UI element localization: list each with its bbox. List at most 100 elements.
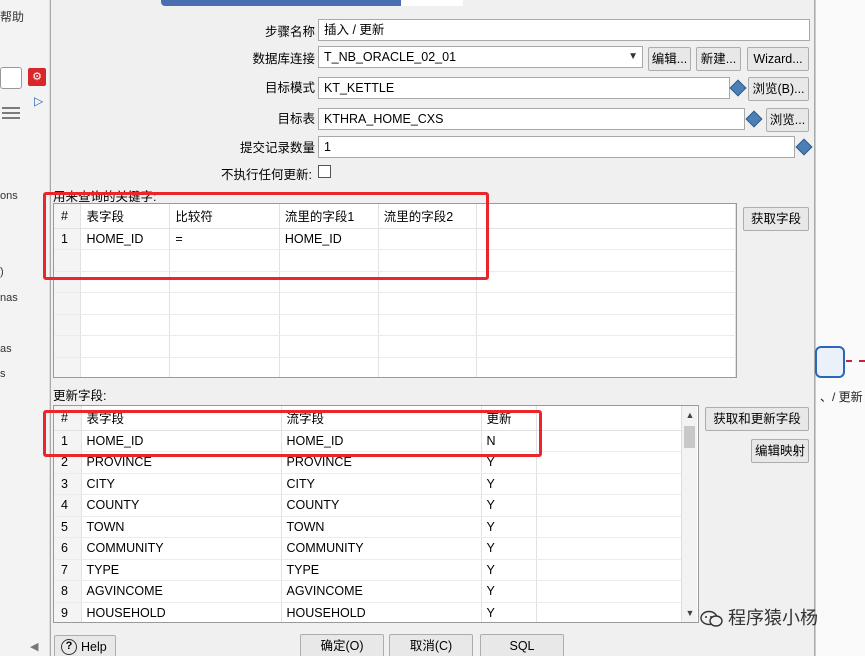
browse-table-button[interactable]: 浏览... (766, 108, 809, 132)
update-table-scrollbar[interactable]: ▲ ▼ (681, 406, 697, 622)
scroll-left-icon[interactable]: ◀ (30, 640, 38, 653)
target-schema-label: 目标模式 (264, 81, 315, 95)
table-row[interactable]: 8 AGVINCOME AGVINCOME Y (54, 580, 684, 603)
insert-update-step-node[interactable] (815, 346, 845, 378)
table-row[interactable]: 6 COMMUNITY COMMUNITY Y (54, 537, 684, 560)
new-connection-button[interactable]: 新建... (696, 47, 741, 71)
table-cell (536, 451, 684, 474)
table-row[interactable]: 4 COUNTY COUNTY Y (54, 494, 684, 517)
background-text: ) (0, 266, 4, 278)
table-cell[interactable]: Y (481, 602, 537, 622)
table-cell[interactable]: HOUSEHOLD (81, 602, 282, 622)
target-schema-input[interactable]: KT_KETTLE (318, 77, 730, 99)
table-cell[interactable]: COMMUNITY (281, 537, 482, 560)
transformation-icon[interactable]: ⚙ (28, 68, 46, 86)
menu-help[interactable]: 帮助 (0, 8, 24, 25)
row-number: 6 (54, 537, 82, 560)
table-cell[interactable]: Y (481, 494, 537, 517)
table-cell[interactable]: CITY (81, 473, 282, 495)
update-table-body: 1 HOME_ID HOME_ID N 2 PROVINCE PROVINCE Y 3 CITY C… (54, 430, 684, 622)
table-cell (536, 580, 684, 603)
scroll-up-icon[interactable]: ▲ (682, 408, 698, 422)
db-connection-label: 数据库连接 (252, 52, 315, 66)
table-cell (536, 602, 684, 622)
table-cell[interactable]: Y (481, 559, 537, 581)
db-connection-value: T_NB_ORACLE_02_01 (324, 50, 457, 64)
play-icon[interactable]: ▷ (34, 94, 43, 108)
table-row[interactable]: 5 TOWN TOWN Y (54, 516, 684, 538)
wechat-icon (700, 611, 723, 627)
variable-icon[interactable] (795, 138, 813, 156)
table-row (54, 335, 736, 358)
table-cell[interactable]: Y (481, 473, 537, 495)
table-cell[interactable]: COUNTY (281, 494, 482, 517)
browse-schema-button[interactable]: 浏览(B)... (748, 77, 809, 101)
background-text: ons (0, 190, 18, 202)
background-text: s (0, 368, 6, 380)
table-cell[interactable]: AGVINCOME (281, 580, 482, 603)
row-number: 5 (54, 516, 82, 538)
ok-button[interactable]: 确定(O) (300, 634, 384, 656)
wizard-button[interactable]: Wizard... (747, 47, 809, 71)
insert-update-dialog: 步骤名称 插入 / 更新 数据库连接 T_NB_ORACLE_02_01 ▼ 编… (43, 0, 815, 656)
table-row[interactable]: 7 TYPE TYPE Y (54, 559, 684, 581)
table-cell (536, 473, 684, 495)
update-section-label: 更新字段: (53, 389, 107, 403)
table-cell[interactable]: TOWN (81, 516, 282, 538)
scrollbar-thumb[interactable] (684, 426, 695, 448)
table-cell[interactable]: HOUSEHOLD (281, 602, 482, 622)
row-number: 4 (54, 494, 82, 517)
get-update-fields-button[interactable]: 获取和更新字段 (705, 407, 809, 431)
commit-size-label: 提交记录数量 (239, 141, 315, 155)
edit-mapping-button[interactable]: 编辑映射 (751, 439, 809, 463)
watermark: 程序猿小杨 (700, 604, 818, 630)
table-cell[interactable]: TYPE (81, 559, 282, 581)
table-cell (536, 537, 684, 560)
table-cell[interactable]: TOWN (281, 516, 482, 538)
no-update-checkbox[interactable] (318, 165, 331, 178)
row-number: 7 (54, 559, 82, 581)
table-row (54, 357, 736, 377)
table-cell[interactable]: Y (481, 516, 537, 538)
commit-size-input[interactable]: 1 (318, 136, 795, 158)
table-cell[interactable]: TYPE (281, 559, 482, 581)
table-cell[interactable]: Y (481, 580, 537, 603)
table-cell (536, 516, 684, 538)
table-row (54, 314, 736, 336)
table-cell[interactable]: COMMUNITY (81, 537, 282, 560)
table-cell[interactable]: COUNTY (81, 494, 282, 517)
table-cell[interactable]: Y (481, 537, 537, 560)
help-button[interactable]: ? Help (54, 635, 116, 656)
db-connection-select[interactable]: T_NB_ORACLE_02_01 ▼ (318, 46, 643, 68)
help-button-label: Help (81, 640, 107, 654)
target-table-input[interactable]: KTHRA_HOME_CXS (318, 108, 745, 130)
table-cell (536, 430, 684, 452)
column-header-empty (536, 406, 684, 431)
table-row[interactable]: 9 HOUSEHOLD HOUSEHOLD Y (54, 602, 684, 622)
help-icon: ? (61, 639, 77, 655)
background-text: nas (0, 292, 18, 304)
scroll-down-icon[interactable]: ▼ (682, 606, 698, 620)
row-number: 3 (54, 473, 82, 495)
background-text: as (0, 343, 12, 355)
chevron-down-icon[interactable]: ▼ (628, 47, 638, 67)
step-name-input[interactable]: 插入 / 更新 (318, 19, 810, 41)
variable-icon[interactable] (729, 79, 747, 97)
table-row[interactable]: 3 CITY CITY Y (54, 473, 684, 495)
highlight-box (43, 410, 542, 457)
menu-lines-icon[interactable] (0, 102, 24, 122)
sql-button[interactable]: SQL (480, 634, 564, 656)
background-tab[interactable] (0, 67, 22, 89)
get-fields-button[interactable]: 获取字段 (743, 207, 809, 231)
variable-icon[interactable] (745, 110, 763, 128)
table-cell[interactable]: AGVINCOME (81, 580, 282, 603)
step-name-label: 步骤名称 (264, 25, 315, 39)
dialog-title-bar-highlight (401, 0, 463, 6)
edit-connection-button[interactable]: 编辑... (648, 47, 691, 71)
row-number: 9 (54, 602, 82, 622)
table-cell[interactable]: CITY (281, 473, 482, 495)
highlight-box (43, 192, 489, 280)
column-header-empty (476, 204, 736, 229)
cancel-button[interactable]: 取消(C) (389, 634, 473, 656)
table-cell (536, 494, 684, 517)
